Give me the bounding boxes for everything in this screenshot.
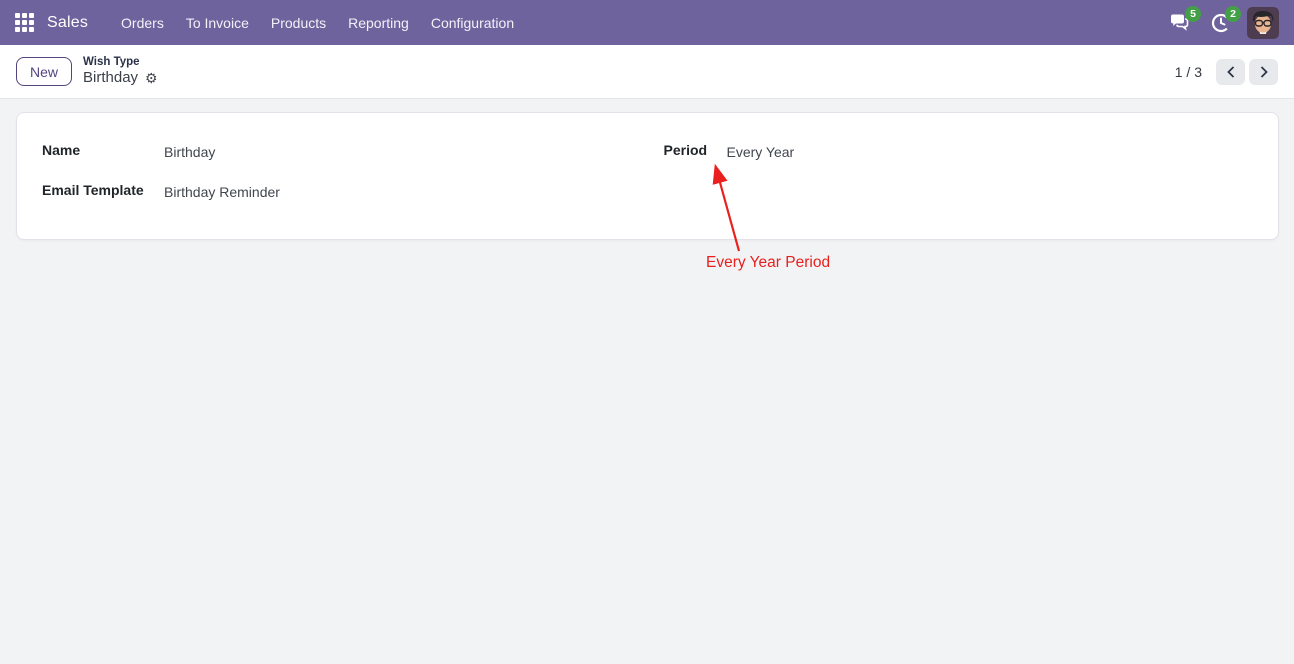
menu-orders[interactable]: Orders xyxy=(110,9,175,37)
field-email-template-value[interactable]: Birthday Reminder xyxy=(164,182,280,200)
field-name-value[interactable]: Birthday xyxy=(164,142,215,160)
pager-next-button[interactable] xyxy=(1249,58,1278,85)
field-name: Name Birthday xyxy=(42,142,648,160)
pager-counter: 1 / 3 xyxy=(1174,63,1202,80)
field-email-template-label: Email Template xyxy=(42,182,144,198)
gear-icon[interactable]: ⚙ xyxy=(145,71,158,85)
breadcrumb-current-record: Birthday xyxy=(83,69,139,87)
pager-previous-button[interactable] xyxy=(1216,58,1245,85)
messages-button[interactable]: 5 xyxy=(1167,5,1201,36)
breadcrumb: Wish Type Birthday ⚙ xyxy=(83,56,158,88)
annotation-label: Every Year Period xyxy=(706,254,831,271)
apps-grid-icon[interactable] xyxy=(15,13,34,32)
activities-button[interactable]: 2 xyxy=(1207,5,1241,36)
navbar-right: 5 2 xyxy=(1167,5,1279,39)
form-sheet: Name Birthday Email Template Birthday Re… xyxy=(17,113,1278,222)
user-avatar[interactable] xyxy=(1247,6,1279,39)
chevron-left-icon xyxy=(1226,65,1234,78)
form-left-column: Name Birthday Email Template Birthday Re… xyxy=(42,142,648,222)
field-period: Period Every Year xyxy=(664,142,1254,160)
activities-badge: 2 xyxy=(1225,5,1241,22)
chevron-right-icon xyxy=(1260,65,1268,78)
new-button[interactable]: New xyxy=(16,57,73,86)
record-form-card: Name Birthday Email Template Birthday Re… xyxy=(16,112,1279,240)
form-right-column: Period Every Year xyxy=(648,142,1254,222)
messages-badge: 5 xyxy=(1185,5,1201,22)
top-navbar: Sales Orders To Invoice Products Reporti… xyxy=(0,0,1294,45)
field-name-label: Name xyxy=(42,142,81,158)
control-panel: New Wish Type Birthday ⚙ 1 / 3 xyxy=(0,45,1294,99)
menu-to-invoice[interactable]: To Invoice xyxy=(175,9,260,37)
field-email-template: Email Template Birthday Reminder xyxy=(42,182,648,200)
app-name[interactable]: Sales xyxy=(47,14,88,32)
field-period-label: Period xyxy=(663,142,708,158)
menu-reporting[interactable]: Reporting xyxy=(337,9,420,37)
field-period-value[interactable]: Every Year xyxy=(727,142,795,160)
content-area: Name Birthday Email Template Birthday Re… xyxy=(0,99,1294,664)
navbar-left: Sales Orders To Invoice Products Reporti… xyxy=(15,9,525,37)
menu-products[interactable]: Products xyxy=(260,9,337,37)
breadcrumb-parent-wish-type[interactable]: Wish Type xyxy=(83,56,158,70)
pager: 1 / 3 xyxy=(1174,58,1278,85)
menu-configuration[interactable]: Configuration xyxy=(420,9,525,37)
